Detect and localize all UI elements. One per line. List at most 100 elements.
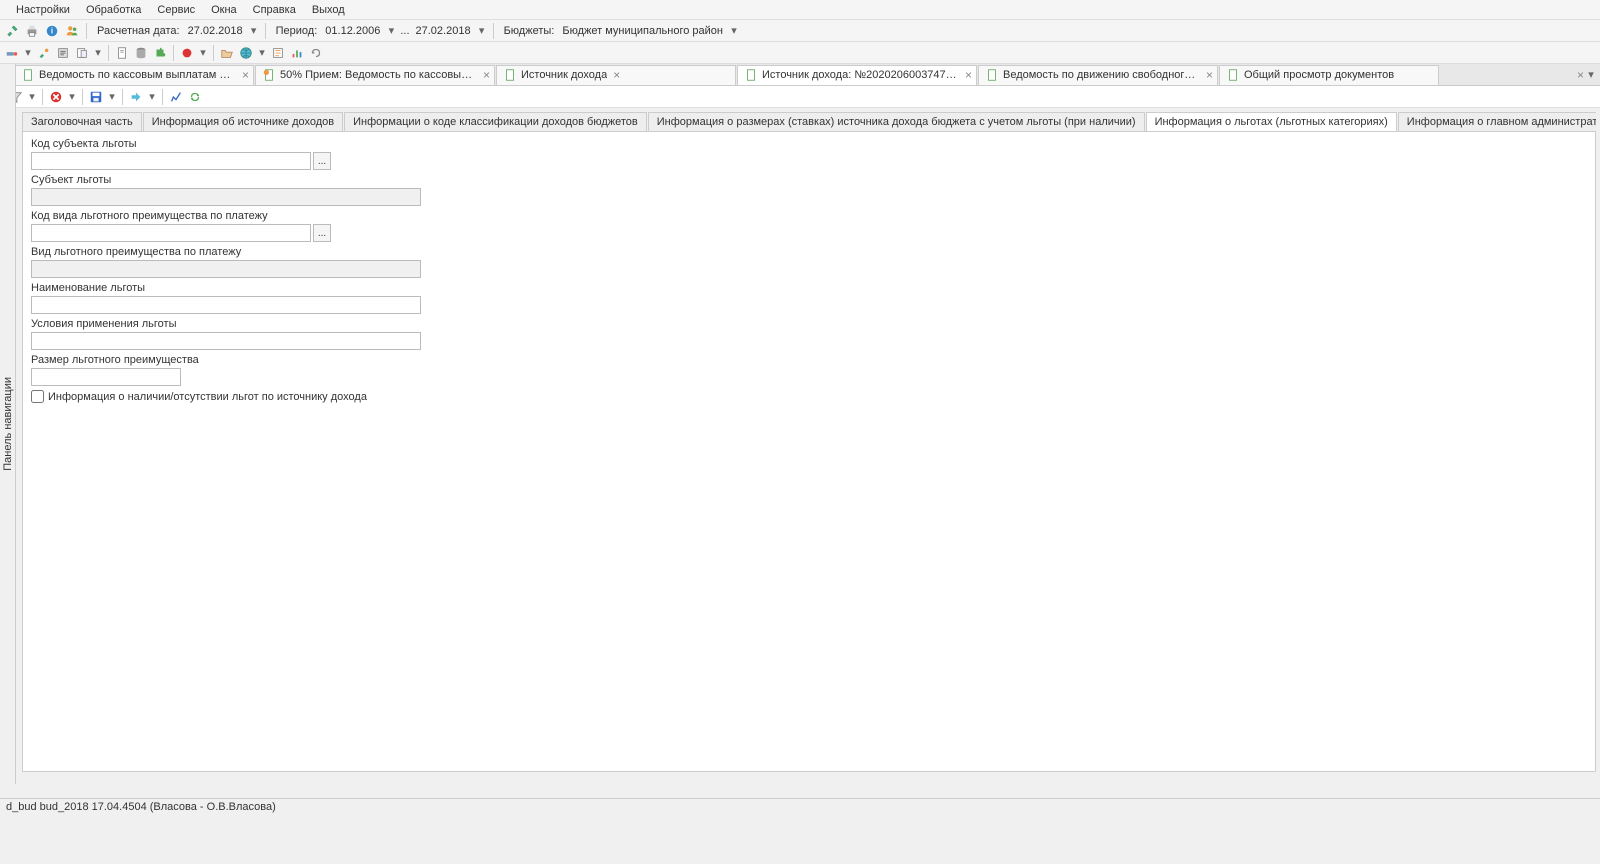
close-icon[interactable]: × [483,68,490,82]
conditions-input[interactable] [31,332,421,350]
menu-help[interactable]: Справка [245,2,304,18]
refresh-icon[interactable] [187,89,203,105]
record-icon[interactable] [179,45,195,61]
form-tab-rates[interactable]: Информация о размерах (ставках) источник… [648,112,1145,131]
save-dropdown[interactable]: ▾ [107,92,117,102]
pref-type-input [31,260,421,278]
print-icon[interactable] [24,23,40,39]
separator [42,89,43,105]
tools-icon[interactable] [4,23,20,39]
db-icon[interactable] [133,45,149,61]
conditions-label: Условия применения льготы [31,318,1587,330]
budgets-value[interactable]: Бюджет муниципального район [562,25,723,37]
pref-type-code-input[interactable] [31,224,311,242]
tabs-menu-dropdown[interactable]: ▾ [1586,70,1596,80]
undo-icon[interactable] [308,45,324,61]
subject-code-lookup-button[interactable]: ... [313,152,331,170]
calc-date-value[interactable]: 27.02.2018 [188,25,243,37]
close-icon[interactable]: × [965,68,972,82]
menu-exit[interactable]: Выход [304,2,353,18]
tool-d-icon[interactable] [74,45,90,61]
budgets-dropdown[interactable]: ▾ [729,26,739,36]
menu-processing[interactable]: Обработка [78,2,149,18]
info-icon[interactable]: i [44,23,60,39]
list-icon[interactable] [270,45,286,61]
tool-d-dropdown[interactable]: ▾ [93,48,103,58]
doc-icon[interactable] [114,45,130,61]
doc-tab-4[interactable]: Ведомость по движению свободного остатк.… [978,65,1218,85]
tool-a-icon[interactable] [4,45,20,61]
form-tab-benefits[interactable]: Информация о льготах (льготных категория… [1146,112,1397,132]
chart-icon[interactable] [289,45,305,61]
tool-c-icon[interactable] [55,45,71,61]
menu-windows[interactable]: Окна [203,2,245,18]
record-dropdown[interactable]: ▾ [198,48,208,58]
pref-type-code-label: Код вида льготного преимущества по плате… [31,210,1587,222]
separator [82,89,83,105]
document-icon [744,68,758,82]
doc-tab-3[interactable]: Источник дохода: №20202060037476701000..… [737,65,977,85]
globe-icon[interactable] [238,45,254,61]
period-to-value[interactable]: 27.02.2018 [416,25,471,37]
period-label: Период: [276,25,318,37]
document-icon [21,68,35,82]
tool-a-dropdown[interactable]: ▾ [23,48,33,58]
budgets-label: Бюджеты: [504,25,555,37]
period-to-dropdown[interactable]: ▾ [477,26,487,36]
doc-tab-0[interactable]: Ведомость по кассовым выплатам из бюдже.… [14,65,254,85]
menu-settings[interactable]: Настройки [8,2,78,18]
calc-date-label: Расчетная дата: [97,25,180,37]
menu-bar: Настройки Обработка Сервис Окна Справка … [0,0,1600,20]
tool-b-icon[interactable] [36,45,52,61]
pref-type-label: Вид льготного преимущества по платежу [31,246,1587,258]
sign-icon[interactable] [168,89,184,105]
pref-type-code-lookup-button[interactable]: ... [313,224,331,242]
period-sep: ... [400,25,409,37]
delete-icon[interactable] [48,89,64,105]
separator [162,89,163,105]
doc-tab-label: Ведомость по движению свободного остатк.… [1003,69,1200,81]
form-tab-header[interactable]: Заголовочная часть [22,112,142,131]
submit-dropdown[interactable]: ▾ [147,92,157,102]
puzzle-icon[interactable] [152,45,168,61]
separator [173,45,174,61]
form-tab-admin[interactable]: Информация о главном администраторе дохо… [1398,112,1596,131]
document-icon [503,68,517,82]
subject-code-input[interactable] [31,152,311,170]
form-tabs: Заголовочная часть Информация об источни… [22,110,1596,132]
doc-tab-1[interactable]: 50% Прием: Ведомость по кассовым выплат.… [255,65,495,85]
calc-date-dropdown[interactable]: ▾ [249,26,259,36]
separator [265,23,266,39]
close-icon[interactable]: × [242,68,249,82]
subject-input [31,188,421,206]
doc-tab-5[interactable]: Общий просмотр документов [1219,65,1439,85]
subject-label: Субъект льготы [31,174,1587,186]
save-icon[interactable] [88,89,104,105]
close-icon[interactable]: × [1206,68,1213,82]
globe-dropdown[interactable]: ▾ [257,48,267,58]
separator [493,23,494,39]
document-toolbar: ▾ ▾ ▾ ▾ [0,86,1600,108]
main-toolbar: i Расчетная дата: 27.02.2018 ▾ Период: 0… [0,20,1600,42]
filter-dropdown[interactable]: ▾ [27,92,37,102]
pref-name-input[interactable] [31,296,421,314]
submit-icon[interactable] [128,89,144,105]
period-from-dropdown[interactable]: ▾ [386,26,396,36]
document-icon [1226,68,1240,82]
pref-name-label: Наименование льготы [31,282,1587,294]
doc-tab-label: Ведомость по кассовым выплатам из бюдже.… [39,69,236,81]
doc-tab-2[interactable]: Источник дохода × [496,65,736,85]
menu-service[interactable]: Сервис [149,2,203,18]
doc-tab-label: Источник дохода: №20202060037476701000..… [762,69,959,81]
form-tab-classification[interactable]: Информации о коде классификации доходов … [344,112,647,131]
close-icon[interactable]: × [613,68,620,82]
form-tab-source-info[interactable]: Информация об источнике доходов [143,112,343,131]
presence-checkbox[interactable] [31,390,44,403]
open-icon[interactable] [219,45,235,61]
navigation-panel[interactable]: Панель навигации [0,64,16,784]
period-from-value[interactable]: 01.12.2006 [325,25,380,37]
size-input[interactable] [31,368,181,386]
users-icon[interactable] [64,23,80,39]
delete-dropdown[interactable]: ▾ [67,92,77,102]
close-all-icon[interactable]: × [1577,68,1584,82]
